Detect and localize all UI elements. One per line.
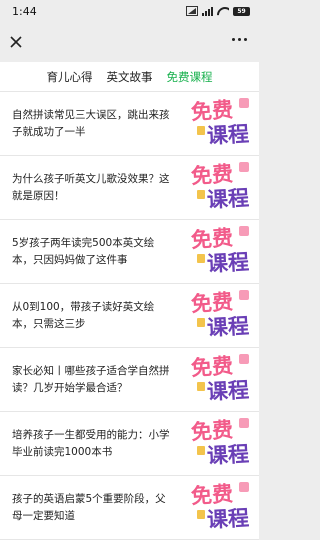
tab-free-courses[interactable]: 免费课程	[167, 65, 213, 89]
close-icon[interactable]	[8, 34, 24, 50]
badge-line2: 课程	[206, 505, 250, 533]
badge-decoration	[239, 226, 249, 236]
badge-decoration	[239, 162, 249, 172]
article-title: 自然拼读常见三大误区，跳出来孩子就成功了一半	[12, 108, 170, 138]
badge-line1: 免费	[190, 289, 234, 317]
list-item[interactable]: 5岁孩子两年读完500本英文绘本，只因妈妈做了这件事 免费 课程	[0, 220, 259, 284]
tab-parenting[interactable]: 育儿心得	[47, 65, 93, 89]
badge-line2: 课程	[206, 185, 250, 213]
free-course-badge: 免费 课程	[189, 482, 249, 534]
list-item[interactable]: 自然拼读常见三大误区，跳出来孩子就成功了一半 免费 课程	[0, 92, 259, 156]
badge-decoration	[197, 510, 205, 519]
badge-decoration	[239, 98, 249, 108]
badge-line2: 课程	[206, 377, 250, 405]
free-course-badge: 免费 课程	[189, 162, 249, 214]
list-item[interactable]: 从0到100，带孩子读好英文绘本，只需这三步 免费 课程	[0, 284, 259, 348]
article-title: 5岁孩子两年读完500本英文绘本，只因妈妈做了这件事	[12, 236, 155, 266]
badge-decoration	[197, 190, 205, 199]
badge-line2: 课程	[206, 441, 250, 469]
badge-decoration	[239, 418, 249, 428]
article-title: 家长必知丨哪些孩子适合学自然拼读？几岁开始学最合适？	[12, 364, 170, 394]
badge-decoration	[197, 318, 205, 327]
article-title: 孩子的英语启蒙5个重要阶段，父母一定要知道	[12, 492, 166, 522]
free-course-badge: 免费 课程	[189, 354, 249, 406]
article-list: 自然拼读常见三大误区，跳出来孩子就成功了一半 免费 课程 为什么孩子听英文儿歌没…	[0, 92, 259, 540]
badge-line2: 课程	[206, 313, 250, 341]
badge-line1: 免费	[190, 417, 234, 445]
status-icons: 59	[186, 6, 250, 16]
badge-decoration	[197, 126, 205, 135]
list-item[interactable]: 培养孩子一生都受用的能力：小学毕业前读完1000本书 免费 课程	[0, 412, 259, 476]
list-item[interactable]: 为什么孩子听英文儿歌没效果？这就是原因！ 免费 课程	[0, 156, 259, 220]
free-course-badge: 免费 课程	[189, 290, 249, 342]
battery-icon: 59	[233, 6, 250, 16]
badge-line1: 免费	[190, 97, 234, 125]
status-time: 1:44	[12, 5, 37, 18]
badge-decoration	[239, 354, 249, 364]
badge-decoration	[197, 254, 205, 263]
badge-decoration	[197, 382, 205, 391]
badge-decoration	[239, 482, 249, 492]
tab-bar: 育儿心得 英文故事 免费课程	[0, 62, 259, 92]
article-title: 从0到100，带孩子读好英文绘本，只需这三步	[12, 300, 155, 330]
title-bar	[0, 24, 259, 62]
list-item[interactable]: 孩子的英语启蒙5个重要阶段，父母一定要知道 免费 课程	[0, 476, 259, 540]
more-icon[interactable]	[232, 38, 247, 41]
badge-line2: 课程	[206, 249, 250, 277]
list-item[interactable]: 家长必知丨哪些孩子适合学自然拼读？几岁开始学最合适？ 免费 课程	[0, 348, 259, 412]
free-course-badge: 免费 课程	[189, 226, 249, 278]
wifi-icon	[217, 7, 229, 16]
tab-english-stories[interactable]: 英文故事	[107, 65, 153, 89]
badge-line1: 免费	[190, 481, 234, 509]
badge-decoration	[239, 290, 249, 300]
signal-icon	[202, 6, 213, 16]
article-title: 为什么孩子听英文儿歌没效果？这就是原因！	[12, 172, 170, 202]
status-bar: 1:44 59	[0, 0, 259, 24]
free-course-badge: 免费 课程	[189, 98, 249, 150]
badge-line1: 免费	[190, 161, 234, 189]
badge-line1: 免费	[190, 225, 234, 253]
badge-line1: 免费	[190, 353, 234, 381]
badge-decoration	[197, 446, 205, 455]
free-course-badge: 免费 课程	[189, 418, 249, 470]
sim-icon	[186, 6, 198, 16]
article-title: 培养孩子一生都受用的能力：小学毕业前读完1000本书	[12, 428, 170, 458]
badge-line2: 课程	[206, 121, 250, 149]
